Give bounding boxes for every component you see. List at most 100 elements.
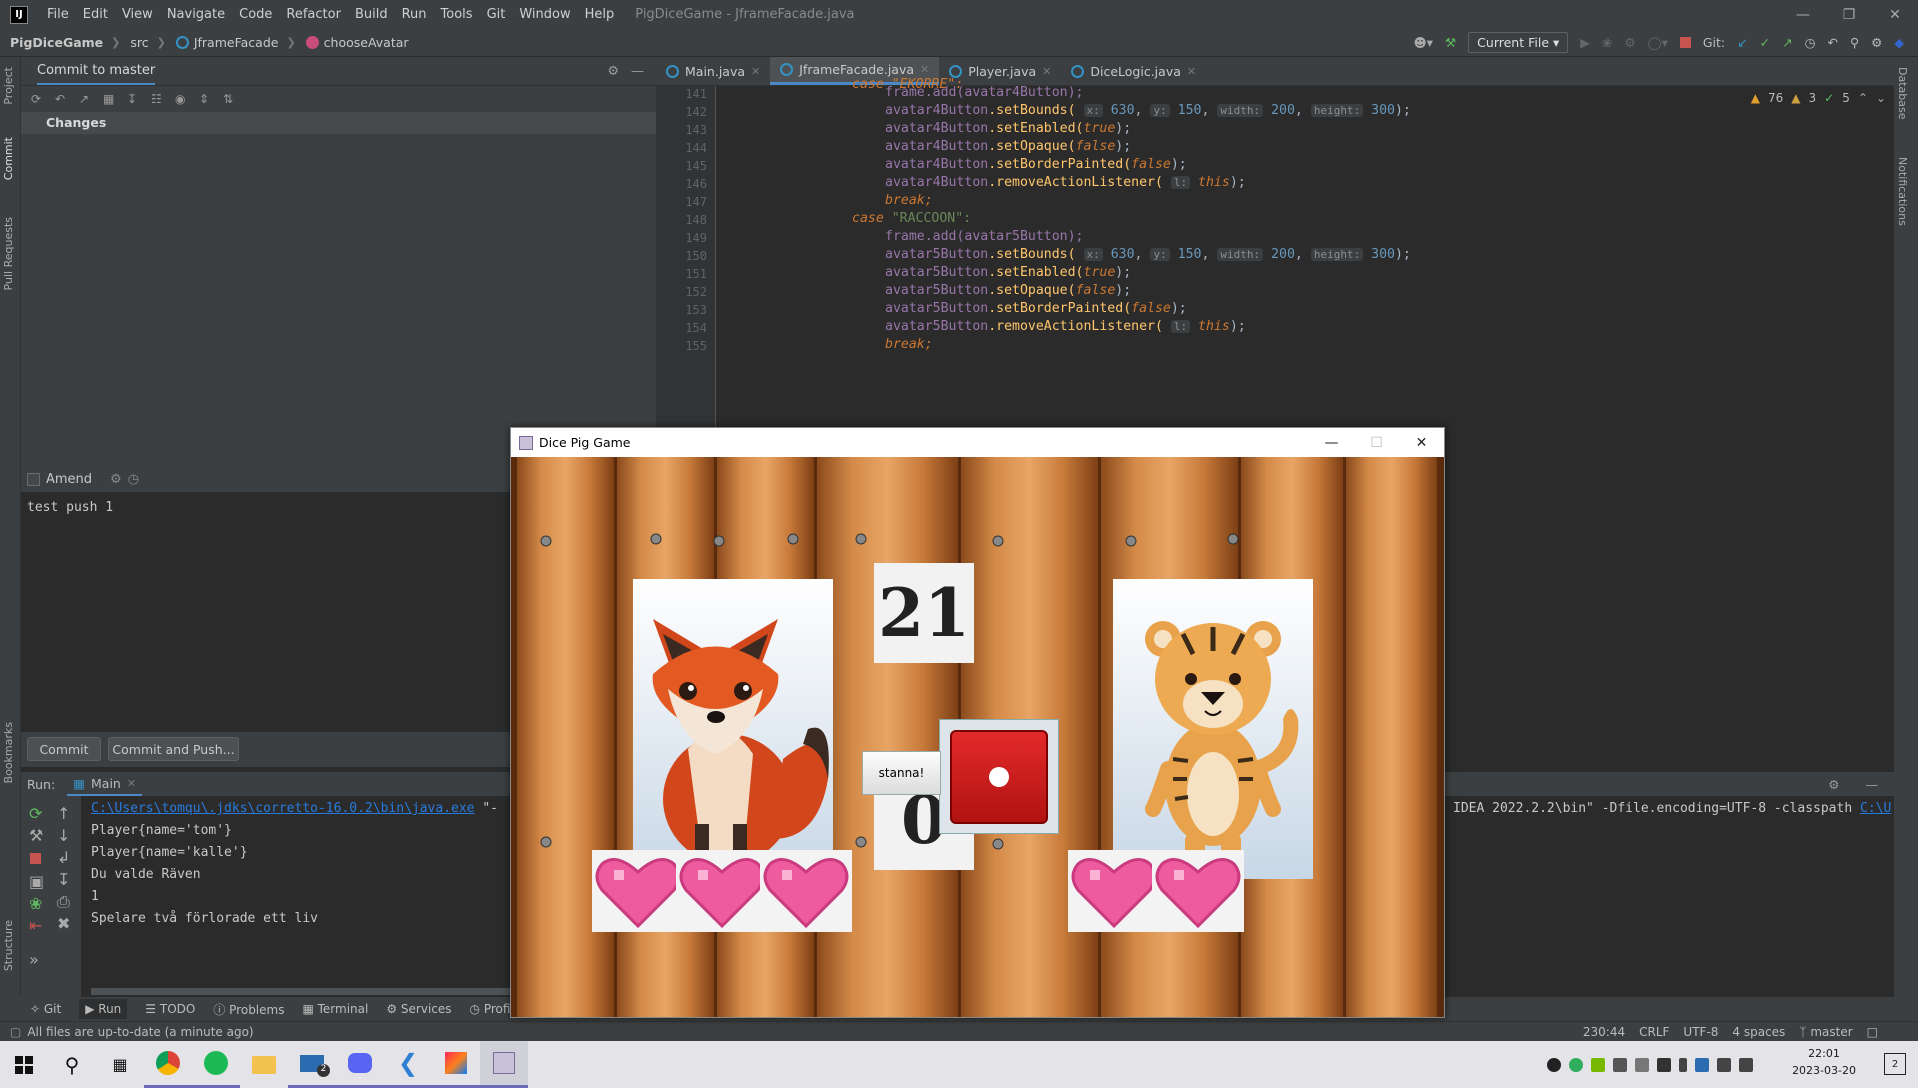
- tool-tab-project[interactable]: Project: [2, 67, 15, 105]
- tool-tab-pull-requests[interactable]: Pull Requests: [2, 217, 15, 290]
- player2-avatar-tiger[interactable]: [1113, 579, 1313, 879]
- git-update-icon[interactable]: ↙: [1737, 35, 1747, 50]
- commit-options-icon[interactable]: ⚙: [110, 472, 122, 487]
- tab-main-java[interactable]: Main.java ✕: [656, 57, 770, 85]
- history-icon[interactable]: ◷: [1805, 35, 1816, 50]
- close-tab-icon[interactable]: ✕: [1187, 65, 1196, 78]
- taskbar-file-explorer[interactable]: [240, 1041, 288, 1088]
- scroll-end-icon[interactable]: ↧: [57, 870, 70, 889]
- git-branch[interactable]: ᛉ master: [1799, 1025, 1852, 1039]
- tool-tab-commit[interactable]: Commit: [2, 137, 15, 180]
- panel-settings-icon[interactable]: ⚙: [607, 64, 619, 79]
- close-tab-icon[interactable]: ✕: [920, 63, 929, 76]
- menu-code[interactable]: Code: [232, 7, 279, 22]
- wrench-icon[interactable]: ⚒: [29, 826, 43, 845]
- notification-center-icon[interactable]: 2: [1884, 1053, 1906, 1075]
- wifi-icon[interactable]: [1717, 1057, 1731, 1072]
- roll-die-button[interactable]: [939, 719, 1059, 834]
- rollback-icon[interactable]: ↶: [55, 92, 69, 106]
- commit-history-icon[interactable]: ◷: [128, 472, 139, 487]
- close-tab-icon[interactable]: ✕: [127, 777, 136, 790]
- tab-dicelogic-java[interactable]: DiceLogic.java ✕: [1061, 57, 1206, 85]
- bottom-tab-terminal[interactable]: ▦ Terminal: [302, 1002, 368, 1016]
- commit-button[interactable]: Commit: [27, 737, 101, 761]
- amend-label[interactable]: Amend: [46, 472, 92, 487]
- indent-setting[interactable]: 4 spaces: [1732, 1025, 1785, 1039]
- taskbar-java-game[interactable]: [480, 1041, 528, 1088]
- tool-tab-bookmarks[interactable]: Bookmarks: [2, 722, 15, 783]
- breadcrumb-project[interactable]: PigDiceGame: [10, 35, 103, 50]
- menu-help[interactable]: Help: [578, 7, 622, 22]
- status-message[interactable]: All files are up-to-date (a minute ago): [27, 1025, 253, 1039]
- more-icon[interactable]: »: [29, 950, 39, 969]
- game-close-icon[interactable]: ✕: [1399, 428, 1444, 457]
- volume-icon[interactable]: [1739, 1057, 1753, 1072]
- debug-icon[interactable]: ❀: [29, 894, 42, 913]
- intellij-logo-icon[interactable]: IJ: [10, 5, 28, 24]
- run-tab-main[interactable]: ▦ Main ✕: [67, 773, 143, 796]
- coverage-icon[interactable]: ⚙: [1624, 35, 1635, 50]
- shelve-icon[interactable]: ↧: [127, 92, 141, 106]
- group-by-icon[interactable]: ☷: [151, 92, 165, 106]
- prev-highlight-icon[interactable]: ⌃: [1858, 91, 1868, 105]
- java-path-link[interactable]: C:\Users\tomqu\.jdks\corretto-16.0.2\bin…: [91, 801, 475, 816]
- camera-icon[interactable]: ▣: [29, 872, 44, 891]
- soft-wrap-icon[interactable]: ↲: [57, 848, 70, 867]
- rerun-icon[interactable]: ⟳: [29, 804, 42, 823]
- down-arrow-icon[interactable]: ↓: [57, 826, 70, 845]
- bottom-tab-problems[interactable]: ⓘ Problems: [213, 1001, 284, 1018]
- panel-hide-icon[interactable]: —: [631, 64, 644, 79]
- next-highlight-icon[interactable]: ⌄: [1876, 91, 1886, 105]
- stay-button[interactable]: stanna!: [862, 751, 941, 795]
- taskbar-vscode[interactable]: ❮: [384, 1041, 432, 1088]
- tool-tab-structure[interactable]: Structure: [2, 920, 15, 971]
- breadcrumb-src[interactable]: src: [130, 35, 148, 50]
- commit-message-input[interactable]: test push 1: [21, 492, 511, 732]
- start-button[interactable]: [0, 1041, 48, 1088]
- up-arrow-icon[interactable]: ↑: [57, 804, 70, 823]
- exit-icon[interactable]: ⇤: [29, 916, 42, 935]
- file-encoding[interactable]: UTF-8: [1683, 1025, 1718, 1039]
- expand-all-icon[interactable]: ⇕: [199, 92, 213, 106]
- commit-and-push-button[interactable]: Commit and Push...: [108, 737, 239, 761]
- nvidia-icon[interactable]: [1591, 1057, 1605, 1072]
- menu-build[interactable]: Build: [348, 7, 395, 22]
- lock-icon[interactable]: □: [1867, 1025, 1878, 1039]
- run-settings-icon[interactable]: ⚙: [1828, 777, 1839, 792]
- microphone-icon[interactable]: [1679, 1057, 1687, 1072]
- changes-node[interactable]: Changes: [21, 112, 656, 134]
- task-view-button[interactable]: ▦: [96, 1041, 144, 1088]
- git-commit-icon[interactable]: ✓: [1760, 35, 1770, 50]
- user-icon[interactable]: ☻▾: [1414, 35, 1433, 50]
- github-icon[interactable]: [1547, 1057, 1561, 1072]
- settings-icon[interactable]: ⚙: [1871, 35, 1882, 50]
- stop-icon[interactable]: [30, 853, 41, 864]
- jetbrains-logo-icon[interactable]: ◆: [1894, 35, 1904, 50]
- steam-icon[interactable]: [1695, 1057, 1709, 1072]
- tray-settings-icon[interactable]: [1635, 1057, 1649, 1072]
- close-tab-icon[interactable]: ✕: [1042, 65, 1051, 78]
- eye-icon[interactable]: ◉: [175, 92, 189, 106]
- build-hammer-icon[interactable]: ⚒: [1445, 35, 1456, 50]
- rollback-icon[interactable]: ↶: [1828, 35, 1838, 50]
- debug-icon[interactable]: ❀: [1602, 35, 1612, 50]
- taskbar-spotify[interactable]: [192, 1041, 240, 1088]
- bottom-tab-todo[interactable]: ☰ TODO: [145, 1002, 195, 1016]
- caret-position[interactable]: 230:44: [1583, 1025, 1625, 1039]
- menu-view[interactable]: View: [115, 7, 160, 22]
- bottom-tab-git[interactable]: ✧ Git: [30, 1002, 61, 1016]
- taskbar-mail[interactable]: 2: [288, 1041, 336, 1088]
- refresh-icon[interactable]: ⟳: [31, 92, 45, 106]
- print-icon[interactable]: ⎙: [57, 892, 70, 912]
- close-tab-icon[interactable]: ✕: [751, 65, 760, 78]
- line-separator[interactable]: CRLF: [1639, 1025, 1669, 1039]
- menu-file[interactable]: File: [40, 7, 76, 22]
- git-push-icon[interactable]: ↗: [1782, 35, 1792, 50]
- player1-avatar-fox[interactable]: [633, 579, 833, 879]
- run-config-select[interactable]: Current File ▾: [1468, 32, 1569, 53]
- bottom-tab-services[interactable]: ⚙ Services: [386, 1002, 451, 1016]
- menu-tools[interactable]: Tools: [434, 7, 480, 22]
- amend-checkbox[interactable]: [27, 473, 40, 486]
- bottom-tab-run[interactable]: ▶ Run: [79, 999, 128, 1019]
- tool-tab-database[interactable]: Database: [1896, 67, 1909, 120]
